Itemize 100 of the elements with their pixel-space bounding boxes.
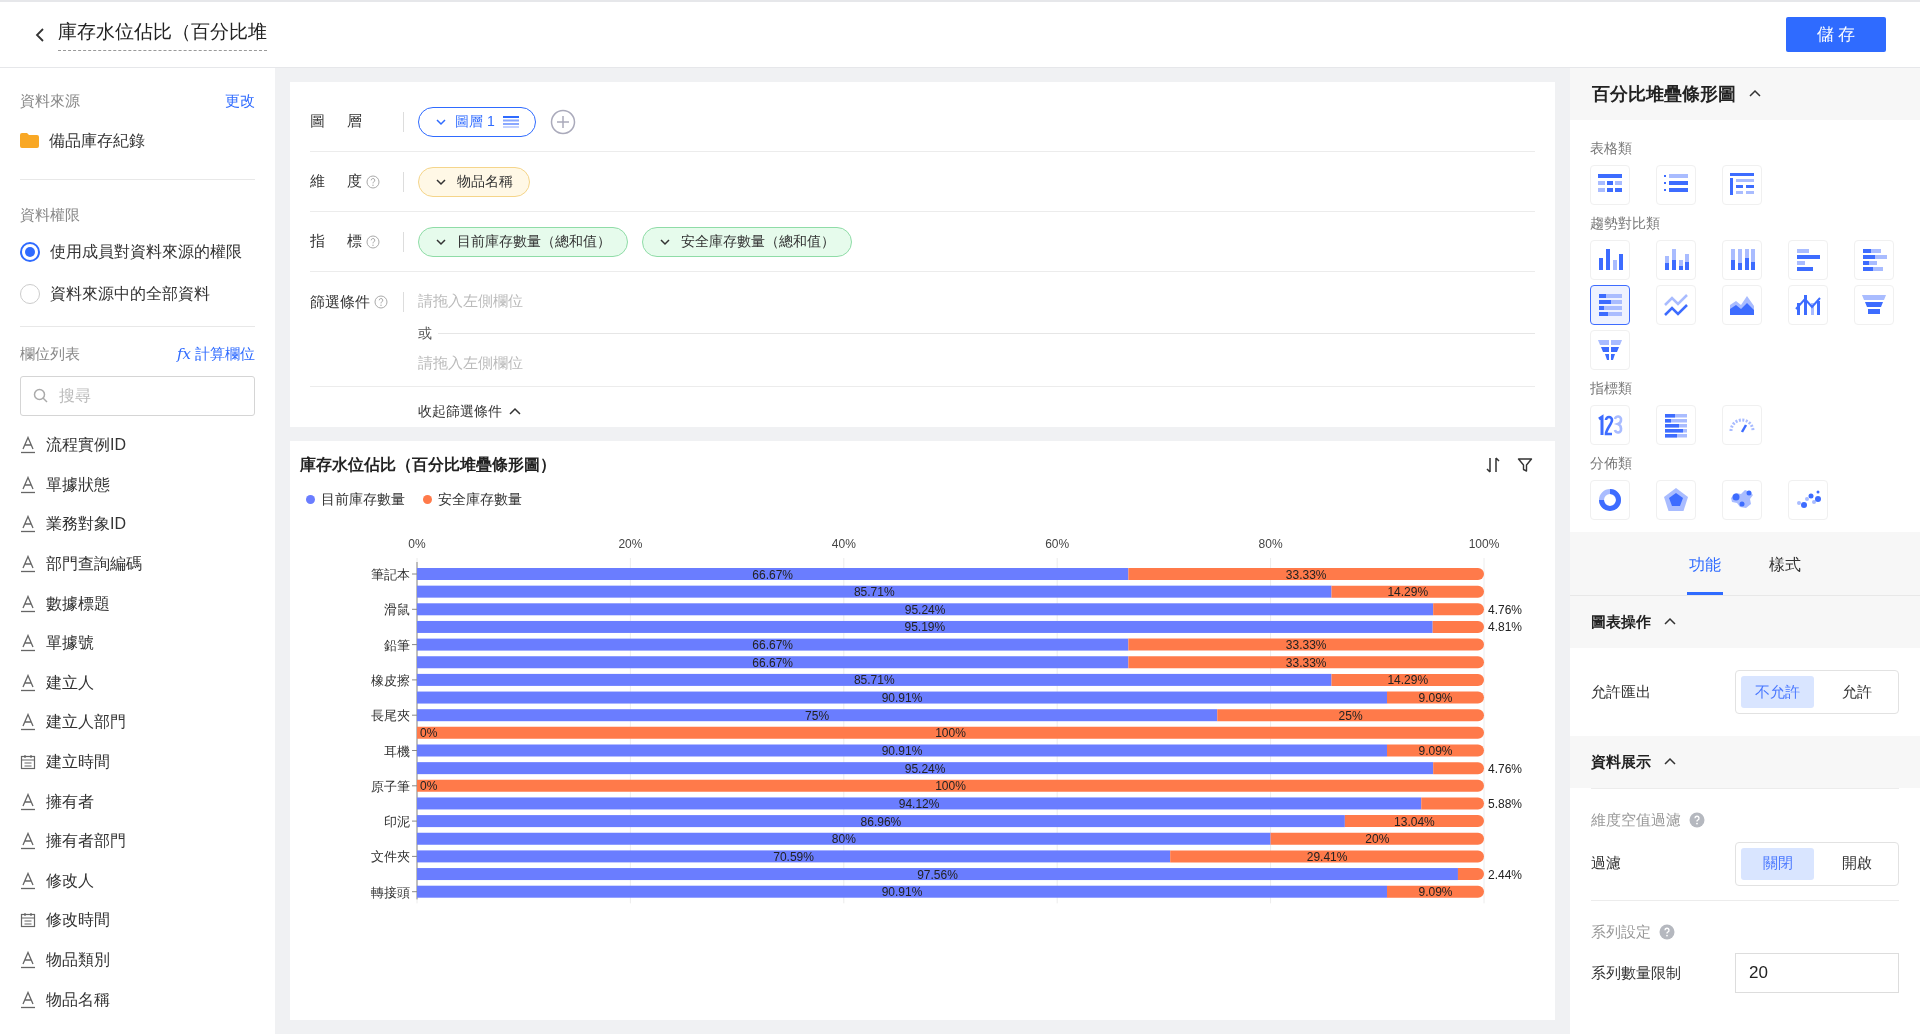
row-label: 維度 — [310, 171, 362, 192]
data-label: 9.09% — [1418, 744, 1453, 758]
category-label: 原子筆 — [371, 778, 410, 794]
field-item[interactable]: 建立人 — [46, 670, 94, 695]
field-item[interactable]: 流程實例ID — [46, 433, 126, 458]
radio-button[interactable] — [20, 242, 40, 262]
metric-chip[interactable]: 目前庫存數量（總和值） — [418, 226, 628, 257]
data-label: 100% — [935, 779, 966, 794]
field-item[interactable]: 數據標題 — [46, 591, 110, 616]
number-field[interactable]: 20 — [1735, 953, 1899, 993]
category-label: 耳機 — [384, 743, 410, 759]
stacked-bar-chart-icon[interactable] — [1854, 240, 1894, 280]
percent-bar-chart-icon[interactable] — [1590, 285, 1630, 325]
axis-tick — [411, 750, 418, 751]
add-layer-button[interactable] — [549, 108, 576, 135]
combo-chart-icon[interactable] — [1788, 285, 1828, 325]
radar-chart-icon[interactable] — [1656, 480, 1696, 520]
sort-icon[interactable] — [1485, 456, 1501, 474]
stacked-column-chart-icon[interactable] — [1656, 240, 1696, 280]
axis-tick — [411, 644, 418, 646]
category-heading: 分佈類 — [1590, 454, 1633, 473]
funnel-chart-icon[interactable] — [1854, 285, 1894, 325]
dimension-chip[interactable]: 物品名稱 — [418, 166, 530, 197]
donut-chart-icon[interactable] — [1590, 480, 1630, 520]
field-item[interactable]: 業務對象ID — [46, 512, 126, 537]
setting-label: 過濾 — [1591, 853, 1621, 874]
kpi-chart-icon[interactable] — [1590, 405, 1630, 445]
title-field[interactable]: 庫存水位佔比（百分比堆 — [58, 17, 267, 52]
setting-heading: 維度空值過濾 — [1591, 810, 1681, 830]
chart-type-name: 百分比堆疊條形圖 — [1592, 82, 1736, 106]
column-chart-icon[interactable] — [1590, 240, 1630, 280]
data-label: 0% — [420, 726, 438, 741]
data-label: 90.91% — [881, 744, 923, 758]
calculated-field-link[interactable]: fx 計算欄位 — [177, 343, 255, 366]
field-item[interactable]: 建立人部門 — [46, 710, 126, 735]
axis-tick — [411, 785, 418, 787]
field-item[interactable]: 建立時間 — [46, 750, 110, 775]
area-chart-icon[interactable] — [1722, 285, 1762, 325]
text-type-icon — [20, 555, 36, 574]
data-label: 94.12% — [898, 796, 940, 811]
calendar-icon — [20, 912, 36, 929]
category-label: 筆記本 — [371, 567, 410, 582]
ranking-chart-icon[interactable] — [1656, 405, 1696, 445]
percent-column-chart-icon[interactable] — [1722, 240, 1762, 280]
map-chart-icon[interactable] — [1722, 480, 1762, 520]
section-heading: 圖表操作 — [1591, 611, 1651, 632]
axis-tick-label: 40% — [831, 537, 856, 551]
category-heading: 表格類 — [1590, 139, 1633, 158]
data-label: 14.29% — [1387, 585, 1429, 600]
radio-label: 資料來源中的全部資料 — [50, 284, 210, 304]
data-label: 5.88% — [1488, 796, 1523, 811]
field-item[interactable]: 單據號 — [46, 631, 94, 656]
data-label: 4.76% — [1488, 761, 1523, 776]
metric-chip[interactable]: 安全庫存數量（總和值） — [642, 226, 852, 257]
change-link[interactable]: 更改 — [225, 90, 255, 113]
table-chart-icon[interactable] — [1590, 165, 1630, 205]
line-chart-icon[interactable] — [1656, 285, 1696, 325]
text-type-icon — [20, 951, 36, 969]
data-label: 9.09% — [1418, 885, 1453, 900]
filter-icon[interactable] — [1517, 457, 1533, 473]
text-type-icon — [20, 594, 36, 613]
axis-tick — [411, 573, 418, 575]
data-label: 85.71% — [853, 673, 895, 688]
data-label: 14.29% — [1387, 673, 1429, 688]
collapse-filters-link[interactable]: 收起篩選條件 — [418, 401, 522, 422]
field-item[interactable]: 擁有者 — [46, 789, 94, 814]
field-item[interactable]: 修改時間 — [46, 908, 110, 933]
compare-funnel-chart-icon[interactable] — [1590, 330, 1630, 370]
tab[interactable]: 樣式 — [1767, 538, 1803, 595]
text-type-icon — [20, 475, 36, 494]
scatter-chart-icon[interactable] — [1788, 480, 1828, 520]
bar-chart-icon[interactable] — [1788, 240, 1828, 280]
field-item[interactable]: 物品類別 — [46, 948, 110, 972]
save-button[interactable]: 儲 存 — [1786, 17, 1886, 52]
data-label: 70.59% — [773, 849, 814, 864]
field-item[interactable]: 部門查詢編碼 — [46, 552, 142, 577]
field-item[interactable]: 單據狀態 — [46, 472, 110, 497]
data-label: 13.04% — [1394, 814, 1435, 829]
data-source-name: 備品庫存紀錄 — [49, 130, 145, 151]
category-label: 文件夾 — [371, 849, 410, 865]
category-label: 印泥 — [384, 814, 410, 830]
data-label: 29.41% — [1306, 849, 1348, 864]
axis-tick — [411, 891, 418, 893]
search-field[interactable]: 搜尋 — [20, 375, 255, 416]
data-label: 95.19% — [904, 620, 946, 635]
axis-tick-label: 60% — [1045, 537, 1070, 551]
layers-icon — [502, 115, 519, 128]
axis-tick-label: 100% — [1468, 537, 1500, 551]
data-label: 85.71% — [853, 585, 895, 600]
pivot-chart-icon[interactable] — [1722, 165, 1762, 205]
field-item[interactable]: 物品名稱 — [46, 987, 110, 1012]
field-item[interactable]: 修改人 — [46, 868, 94, 893]
setting-heading: 系列設定 — [1591, 921, 1651, 942]
data-label: 66.67% — [752, 638, 794, 653]
legend-label: 目前庫存數量 — [321, 490, 405, 509]
list-chart-icon[interactable] — [1656, 165, 1696, 205]
data-label: 100% — [935, 726, 966, 741]
category-label: 橡皮擦 — [371, 672, 410, 688]
field-item[interactable]: 擁有者部門 — [46, 829, 126, 854]
axis-tick-label: 20% — [618, 537, 643, 551]
